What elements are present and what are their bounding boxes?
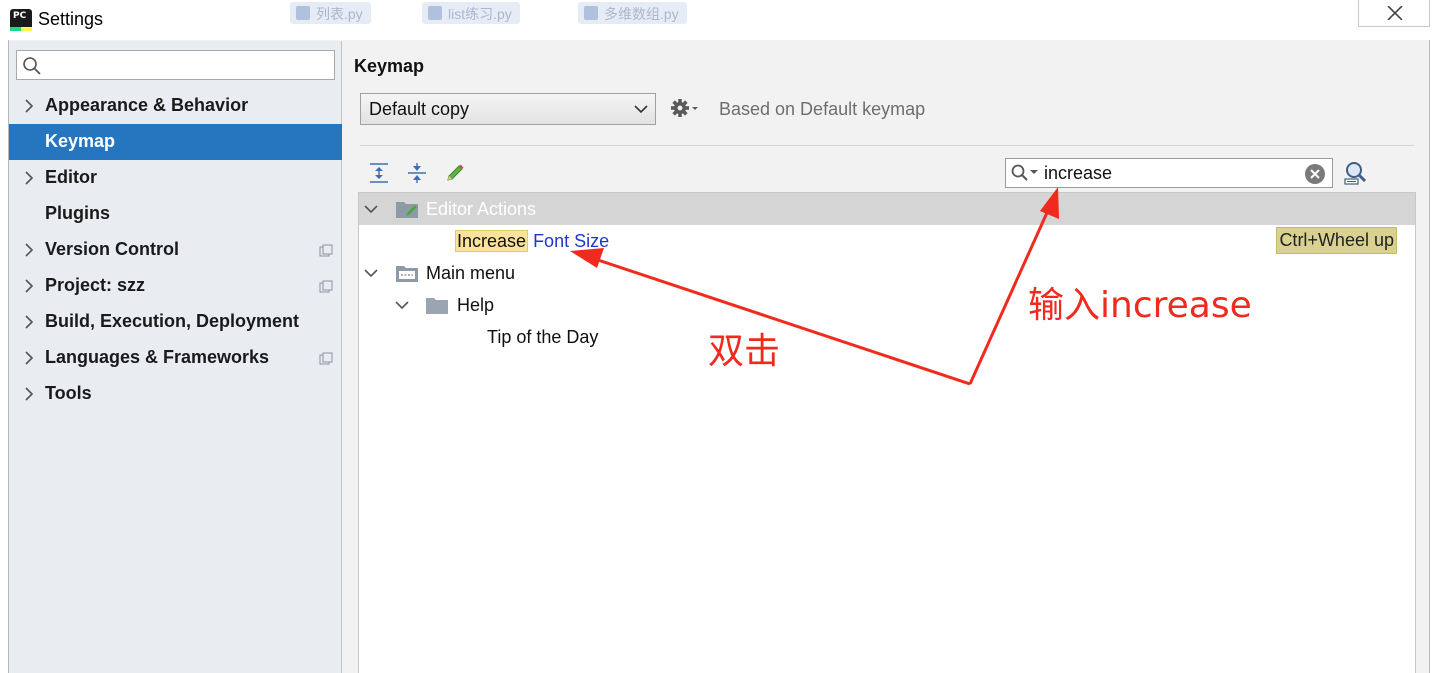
annotation-double-click: 双击 [708,331,781,372]
annotation-type-increase: 输入increase [1028,285,1252,326]
